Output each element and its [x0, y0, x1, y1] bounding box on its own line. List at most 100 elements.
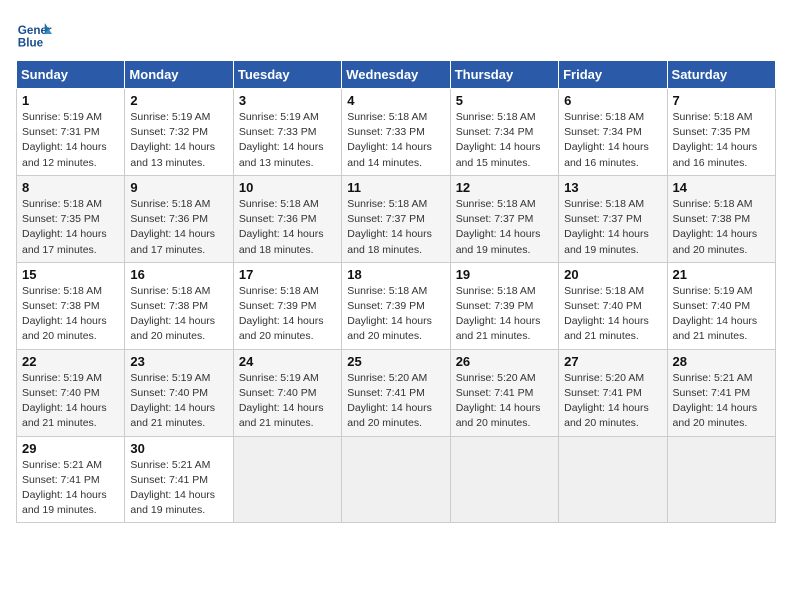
logo-icon: General Blue [16, 16, 52, 52]
calendar-day-cell: 7 Sunrise: 5:18 AMSunset: 7:35 PMDaylight… [667, 89, 775, 176]
day-number: 17 [239, 267, 336, 282]
calendar-day-cell [450, 436, 558, 523]
calendar-week-row: 29Sunrise: 5:21 AMSunset: 7:41 PMDayligh… [17, 436, 776, 523]
calendar-day-cell: 16 Sunrise: 5:18 AMSunset: 7:38 PMDayligh… [125, 262, 233, 349]
day-info: Sunrise: 5:21 AMSunset: 7:41 PMDaylight:… [130, 458, 227, 519]
day-number: 18 [347, 267, 444, 282]
day-info: Sunrise: 5:18 AMSunset: 7:36 PMDaylight:… [130, 197, 227, 258]
weekday-header: Thursday [450, 61, 558, 89]
calendar-day-cell: 27 Sunrise: 5:20 AMSunset: 7:41 PMDayligh… [559, 349, 667, 436]
day-number: 27 [564, 354, 661, 369]
calendar-day-cell: 11 Sunrise: 5:18 AMSunset: 7:37 PMDayligh… [342, 175, 450, 262]
day-number: 4 [347, 93, 444, 108]
weekday-header: Tuesday [233, 61, 341, 89]
calendar-day-cell: 22Sunrise: 5:19 AMSunset: 7:40 PMDayligh… [17, 349, 125, 436]
day-info: Sunrise: 5:18 AMSunset: 7:40 PMDaylight:… [564, 284, 661, 345]
calendar-day-cell: 12 Sunrise: 5:18 AMSunset: 7:37 PMDayligh… [450, 175, 558, 262]
svg-text:Blue: Blue [18, 37, 44, 50]
day-info: Sunrise: 5:18 AMSunset: 7:34 PMDaylight:… [564, 110, 661, 171]
calendar-day-cell: 5 Sunrise: 5:18 AMSunset: 7:34 PMDaylight… [450, 89, 558, 176]
calendar-day-cell: 15Sunrise: 5:18 AMSunset: 7:38 PMDayligh… [17, 262, 125, 349]
logo: General Blue [16, 16, 52, 52]
day-number: 26 [456, 354, 553, 369]
page-header: General Blue [16, 16, 776, 52]
calendar-day-cell: 10 Sunrise: 5:18 AMSunset: 7:36 PMDayligh… [233, 175, 341, 262]
calendar-day-cell [667, 436, 775, 523]
day-number: 5 [456, 93, 553, 108]
day-number: 12 [456, 180, 553, 195]
calendar-day-cell: 23 Sunrise: 5:19 AMSunset: 7:40 PMDayligh… [125, 349, 233, 436]
day-number: 28 [673, 354, 770, 369]
weekday-header: Monday [125, 61, 233, 89]
calendar-day-cell: 26 Sunrise: 5:20 AMSunset: 7:41 PMDayligh… [450, 349, 558, 436]
day-info: Sunrise: 5:19 AMSunset: 7:40 PMDaylight:… [673, 284, 770, 345]
day-number: 10 [239, 180, 336, 195]
day-info: Sunrise: 5:18 AMSunset: 7:33 PMDaylight:… [347, 110, 444, 171]
calendar-day-cell: 17 Sunrise: 5:18 AMSunset: 7:39 PMDayligh… [233, 262, 341, 349]
day-info: Sunrise: 5:19 AMSunset: 7:40 PMDaylight:… [239, 371, 336, 432]
day-number: 7 [673, 93, 770, 108]
calendar-week-row: 22Sunrise: 5:19 AMSunset: 7:40 PMDayligh… [17, 349, 776, 436]
weekday-header: Saturday [667, 61, 775, 89]
calendar-week-row: 8 Sunrise: 5:18 AMSunset: 7:35 PMDaylight… [17, 175, 776, 262]
day-number: 2 [130, 93, 227, 108]
day-info: Sunrise: 5:18 AMSunset: 7:37 PMDaylight:… [564, 197, 661, 258]
calendar-day-cell [559, 436, 667, 523]
day-info: Sunrise: 5:20 AMSunset: 7:41 PMDaylight:… [456, 371, 553, 432]
day-info: Sunrise: 5:19 AMSunset: 7:32 PMDaylight:… [130, 110, 227, 171]
calendar-day-cell: 9 Sunrise: 5:18 AMSunset: 7:36 PMDaylight… [125, 175, 233, 262]
day-number: 8 [22, 180, 119, 195]
calendar-day-cell: 30Sunrise: 5:21 AMSunset: 7:41 PMDayligh… [125, 436, 233, 523]
day-info: Sunrise: 5:20 AMSunset: 7:41 PMDaylight:… [347, 371, 444, 432]
calendar-day-cell: 28 Sunrise: 5:21 AMSunset: 7:41 PMDayligh… [667, 349, 775, 436]
calendar-day-cell: 8 Sunrise: 5:18 AMSunset: 7:35 PMDaylight… [17, 175, 125, 262]
day-info: Sunrise: 5:18 AMSunset: 7:38 PMDaylight:… [673, 197, 770, 258]
calendar-day-cell: 18Sunrise: 5:18 AMSunset: 7:39 PMDayligh… [342, 262, 450, 349]
day-info: Sunrise: 5:18 AMSunset: 7:39 PMDaylight:… [239, 284, 336, 345]
day-number: 21 [673, 267, 770, 282]
day-info: Sunrise: 5:19 AMSunset: 7:40 PMDaylight:… [22, 371, 119, 432]
day-number: 24 [239, 354, 336, 369]
weekday-header: Friday [559, 61, 667, 89]
weekday-header: Wednesday [342, 61, 450, 89]
calendar-day-cell: 20 Sunrise: 5:18 AMSunset: 7:40 PMDayligh… [559, 262, 667, 349]
calendar-day-cell: 1 Sunrise: 5:19 AMSunset: 7:31 PMDaylight… [17, 89, 125, 176]
day-number: 11 [347, 180, 444, 195]
day-info: Sunrise: 5:20 AMSunset: 7:41 PMDaylight:… [564, 371, 661, 432]
calendar-day-cell: 24 Sunrise: 5:19 AMSunset: 7:40 PMDayligh… [233, 349, 341, 436]
calendar-day-cell: 29Sunrise: 5:21 AMSunset: 7:41 PMDayligh… [17, 436, 125, 523]
calendar-day-cell: 14Sunrise: 5:18 AMSunset: 7:38 PMDayligh… [667, 175, 775, 262]
day-info: Sunrise: 5:18 AMSunset: 7:34 PMDaylight:… [456, 110, 553, 171]
day-number: 16 [130, 267, 227, 282]
weekday-header: Sunday [17, 61, 125, 89]
day-info: Sunrise: 5:18 AMSunset: 7:36 PMDaylight:… [239, 197, 336, 258]
day-number: 1 [22, 93, 119, 108]
day-info: Sunrise: 5:18 AMSunset: 7:37 PMDaylight:… [347, 197, 444, 258]
day-info: Sunrise: 5:21 AMSunset: 7:41 PMDaylight:… [22, 458, 119, 519]
day-info: Sunrise: 5:18 AMSunset: 7:35 PMDaylight:… [673, 110, 770, 171]
calendar-day-cell: 3Sunrise: 5:19 AMSunset: 7:33 PMDaylight… [233, 89, 341, 176]
calendar-day-cell [233, 436, 341, 523]
calendar-day-cell: 2 Sunrise: 5:19 AMSunset: 7:32 PMDaylight… [125, 89, 233, 176]
day-number: 9 [130, 180, 227, 195]
day-info: Sunrise: 5:19 AMSunset: 7:31 PMDaylight:… [22, 110, 119, 171]
calendar-day-cell: 21 Sunrise: 5:19 AMSunset: 7:40 PMDayligh… [667, 262, 775, 349]
calendar-table: SundayMondayTuesdayWednesdayThursdayFrid… [16, 60, 776, 523]
day-info: Sunrise: 5:18 AMSunset: 7:38 PMDaylight:… [22, 284, 119, 345]
day-number: 23 [130, 354, 227, 369]
day-info: Sunrise: 5:19 AMSunset: 7:40 PMDaylight:… [130, 371, 227, 432]
day-info: Sunrise: 5:18 AMSunset: 7:35 PMDaylight:… [22, 197, 119, 258]
day-number: 19 [456, 267, 553, 282]
day-info: Sunrise: 5:18 AMSunset: 7:38 PMDaylight:… [130, 284, 227, 345]
day-number: 20 [564, 267, 661, 282]
calendar-day-cell: 6Sunrise: 5:18 AMSunset: 7:34 PMDaylight… [559, 89, 667, 176]
calendar-header-row: SundayMondayTuesdayWednesdayThursdayFrid… [17, 61, 776, 89]
day-info: Sunrise: 5:18 AMSunset: 7:37 PMDaylight:… [456, 197, 553, 258]
calendar-day-cell: 4 Sunrise: 5:18 AMSunset: 7:33 PMDaylight… [342, 89, 450, 176]
calendar-day-cell: 13 Sunrise: 5:18 AMSunset: 7:37 PMDayligh… [559, 175, 667, 262]
calendar-week-row: 1 Sunrise: 5:19 AMSunset: 7:31 PMDaylight… [17, 89, 776, 176]
day-number: 13 [564, 180, 661, 195]
day-info: Sunrise: 5:21 AMSunset: 7:41 PMDaylight:… [673, 371, 770, 432]
day-info: Sunrise: 5:18 AMSunset: 7:39 PMDaylight:… [456, 284, 553, 345]
day-number: 25 [347, 354, 444, 369]
